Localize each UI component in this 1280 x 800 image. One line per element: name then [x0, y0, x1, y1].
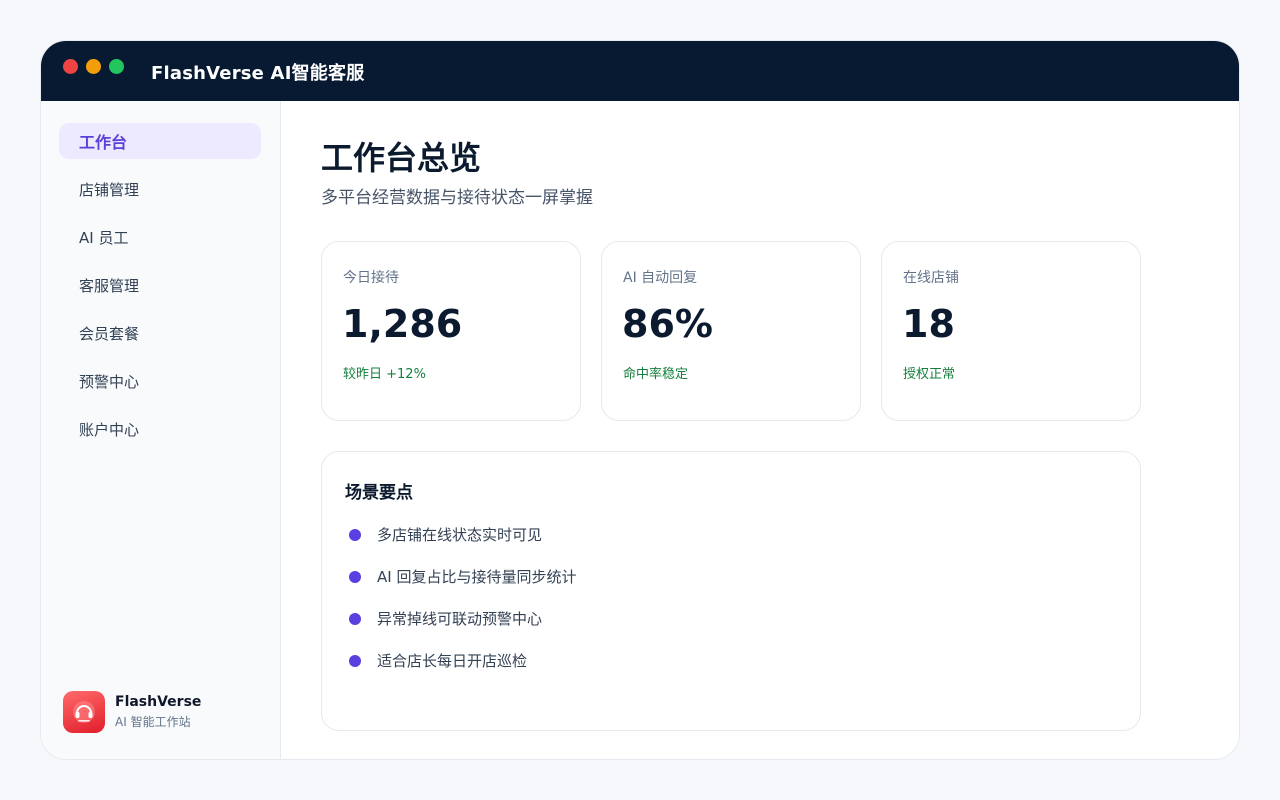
title-bar: FlashVerse AI智能客服: [41, 41, 1239, 101]
app-title: FlashVerse AI智能客服: [151, 63, 365, 84]
maximize-window-button[interactable]: [109, 59, 124, 74]
brand-subtitle: AI 智能工作站: [115, 715, 191, 729]
sidebar-item-membership[interactable]: 会员套餐: [59, 315, 261, 351]
close-window-button[interactable]: [63, 59, 78, 74]
list-item: 适合店长每日开店巡检: [349, 650, 527, 671]
stat-value: 18: [902, 302, 955, 346]
list-item: AI 回复占比与接待量同步统计: [349, 566, 576, 587]
bullet-dot-icon: [349, 654, 361, 667]
stat-note: 授权正常: [903, 367, 956, 382]
list-item: 多店铺在线状态实时可见: [349, 524, 542, 545]
stat-label: 在线店铺: [903, 270, 959, 286]
sidebar-item-customer-service[interactable]: 客服管理: [59, 267, 261, 303]
bullet-dot-icon: [349, 570, 361, 583]
page-title: 工作台总览: [321, 139, 482, 177]
list-item-text: 异常掉线可联动预警中心: [377, 610, 543, 628]
sidebar-item-ai-staff[interactable]: AI 员工: [59, 219, 261, 255]
sidebar: 工作台 店铺管理 AI 员工 客服管理 会员套餐 预警中心 账户中心 Flash…: [41, 101, 281, 759]
stat-value: 1,286: [342, 302, 463, 346]
stat-note: 命中率稳定: [623, 367, 689, 382]
stat-card-online-stores: 在线店铺 18 授权正常: [881, 241, 1141, 421]
main-content: 工作台总览 多平台经营数据与接待状态一屏掌握 今日接待 1,286 较昨日 +1…: [281, 101, 1239, 759]
brand-logo: [63, 691, 105, 733]
stat-value: 86%: [622, 302, 713, 346]
stat-card-ai-auto-reply: AI 自动回复 86% 命中率稳定: [601, 241, 861, 421]
brand-block: FlashVerse AI 智能工作站: [63, 691, 201, 733]
brand-name: FlashVerse: [115, 694, 202, 710]
bullet-dot-icon: [349, 612, 361, 625]
page-subtitle: 多平台经营数据与接待状态一屏掌握: [321, 188, 593, 208]
sidebar-item-store-management[interactable]: 店铺管理: [59, 171, 261, 207]
list-item: 异常掉线可联动预警中心: [349, 608, 542, 629]
sidebar-item-alerts[interactable]: 预警中心: [59, 363, 261, 399]
stat-label: 今日接待: [343, 270, 399, 286]
list-item-text: 多店铺在线状态实时可见: [377, 526, 543, 544]
sidebar-item-account[interactable]: 账户中心: [59, 411, 261, 447]
stat-note: 较昨日 +12%: [343, 367, 426, 382]
scene-title: 场景要点: [345, 483, 413, 503]
stat-label: AI 自动回复: [623, 270, 698, 286]
list-item-text: AI 回复占比与接待量同步统计: [377, 568, 577, 586]
stat-card-today-reception: 今日接待 1,286 较昨日 +12%: [321, 241, 581, 421]
bullet-dot-icon: [349, 528, 361, 541]
app-window: FlashVerse AI智能客服 工作台 店铺管理 AI 员工 客服管理 会员…: [40, 40, 1240, 760]
minimize-window-button[interactable]: [86, 59, 101, 74]
window-controls: [63, 59, 124, 74]
sidebar-item-workbench[interactable]: 工作台: [59, 123, 261, 159]
list-item-text: 适合店长每日开店巡检: [377, 652, 528, 670]
headset-icon: [73, 701, 95, 723]
scene-highlights-panel: 场景要点 多店铺在线状态实时可见 AI 回复占比与接待量同步统计 异常掉线可联动…: [321, 451, 1141, 731]
